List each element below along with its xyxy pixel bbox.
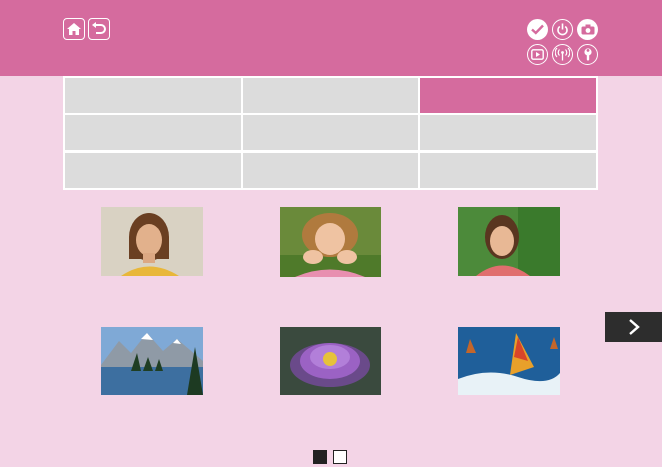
thumbnail-mountain-lake[interactable]	[101, 327, 203, 395]
check-mode-button[interactable]	[527, 19, 548, 40]
camera-icon	[581, 24, 594, 35]
playback-mode-button[interactable]	[527, 44, 548, 65]
camera-mode-button[interactable]	[577, 19, 598, 40]
header-bar	[0, 0, 662, 76]
home-icon	[67, 23, 81, 35]
back-arrow-icon	[92, 22, 106, 34]
tab-grid-cell[interactable]	[65, 115, 241, 150]
tab-grid-cell[interactable]	[243, 153, 418, 188]
power-icon	[557, 23, 568, 36]
next-page-button[interactable]	[605, 312, 662, 342]
thumbnail-water-lily[interactable]	[280, 327, 381, 395]
home-button[interactable]	[63, 18, 85, 40]
thumbnail-woman-portrait[interactable]	[101, 207, 203, 276]
power-mode-button[interactable]	[552, 19, 573, 40]
back-button[interactable]	[88, 18, 110, 40]
playback-icon	[531, 49, 544, 60]
page-indicator-current[interactable]	[313, 450, 327, 464]
thumbnail-woman-outdoors[interactable]	[458, 207, 560, 276]
page-indicator[interactable]	[333, 450, 347, 464]
thumbnail-windsurfer[interactable]	[458, 327, 560, 395]
tab-grid-cell[interactable]	[65, 153, 241, 188]
tab-grid-cell[interactable]	[243, 78, 418, 113]
tab-grid-cell[interactable]	[243, 115, 418, 150]
wrench-icon	[583, 48, 592, 61]
checkmark-icon	[531, 24, 544, 35]
chevron-right-icon	[628, 319, 640, 335]
tab-grid	[63, 76, 598, 190]
settings-mode-button[interactable]	[577, 44, 598, 65]
tab-grid-cell[interactable]	[420, 115, 596, 150]
wireless-icon	[555, 48, 570, 61]
thumbnail-smiling-girl[interactable]	[280, 207, 381, 277]
wireless-mode-button[interactable]	[552, 44, 573, 65]
tab-grid-cell[interactable]	[420, 153, 596, 188]
tab-grid-cell-active[interactable]	[420, 78, 596, 113]
tab-grid-cell[interactable]	[65, 78, 241, 113]
